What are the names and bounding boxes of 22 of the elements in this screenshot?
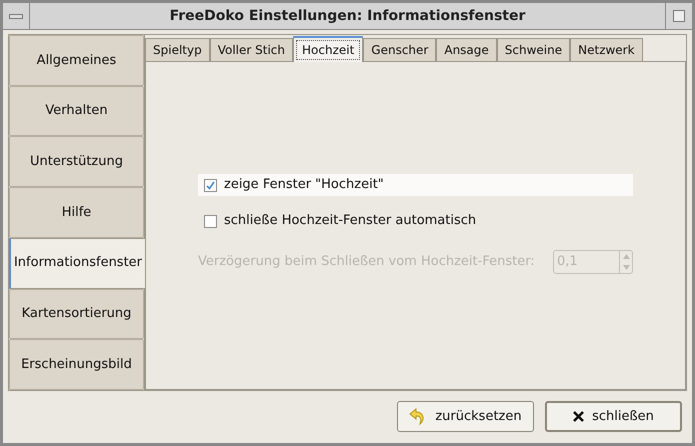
tab[interactable]: Voller Stich bbox=[210, 38, 293, 61]
tab[interactable]: Ansage bbox=[436, 38, 497, 61]
checkbox-label: zeige Fenster "Hochzeit" bbox=[224, 176, 384, 194]
tab[interactable]: Schweine bbox=[496, 38, 570, 61]
tab[interactable]: Spieltyp bbox=[145, 38, 210, 61]
sidebar-tab[interactable]: Allgemeines bbox=[9, 35, 144, 86]
tab[interactable]: Genscher bbox=[363, 38, 436, 61]
checkbox[interactable] bbox=[204, 178, 217, 192]
tab[interactable]: Hochzeit bbox=[293, 36, 364, 62]
sidebar-tab[interactable]: Informationsfenster bbox=[9, 238, 145, 289]
window-title: FreeDoko Einstellungen: Informationsfenster bbox=[168, 7, 526, 26]
tab[interactable]: Netzwerk bbox=[570, 38, 643, 61]
sidebar-tab[interactable]: Unterstützung bbox=[9, 136, 144, 188]
sidebar-tab[interactable]: Hilfe bbox=[9, 187, 144, 238]
sidebar-tab[interactable]: Erscheinungsbild bbox=[9, 339, 144, 390]
close-icon bbox=[573, 411, 584, 422]
close-button[interactable]: schließen bbox=[545, 401, 682, 432]
sidebar-tab[interactable]: Verhalten bbox=[9, 86, 144, 136]
sidebar-tab[interactable]: Kartensortierung bbox=[9, 288, 144, 340]
checkbox-label: schließe Hochzeit-Fenster automatisch bbox=[224, 212, 476, 230]
checkbox[interactable] bbox=[204, 214, 217, 228]
reset-button[interactable]: zurücksetzen bbox=[397, 401, 534, 432]
